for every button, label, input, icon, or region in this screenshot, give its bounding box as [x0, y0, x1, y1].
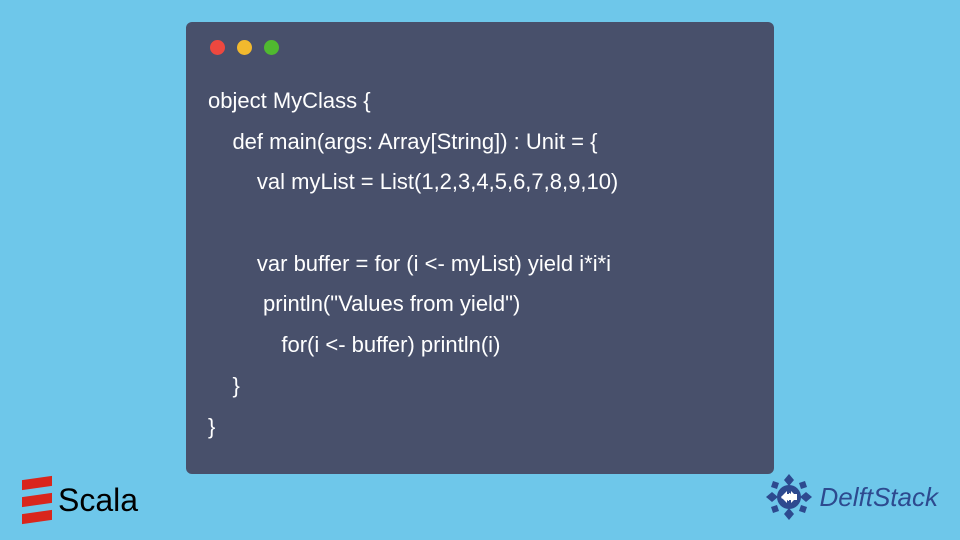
maximize-icon — [264, 40, 279, 55]
delftstack-logo: </> DelftStack — [764, 472, 939, 522]
scala-logo: Scala — [22, 478, 138, 522]
delftstack-mark-icon: </> — [764, 472, 814, 522]
svg-text:</>: </> — [781, 492, 797, 504]
delftstack-logo-text: DelftStack — [820, 482, 939, 513]
scala-mark-icon — [22, 478, 52, 522]
code-content: object MyClass { def main(args: Array[St… — [208, 81, 752, 447]
scala-logo-text: Scala — [58, 482, 138, 519]
code-snippet-box: object MyClass { def main(args: Array[St… — [186, 22, 774, 474]
window-traffic-lights — [210, 40, 752, 55]
minimize-icon — [237, 40, 252, 55]
close-icon — [210, 40, 225, 55]
